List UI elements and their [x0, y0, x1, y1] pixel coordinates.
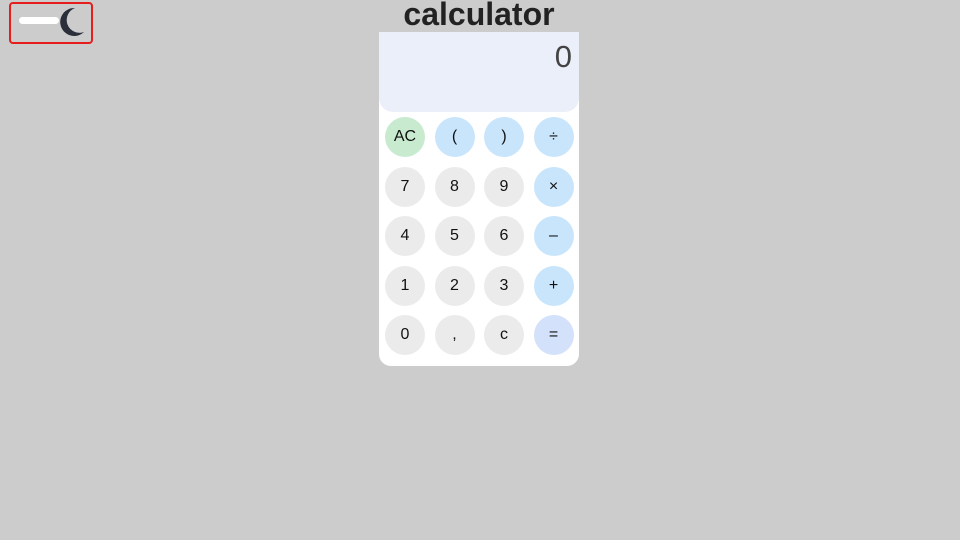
key-divide-button[interactable]: ÷ — [533, 117, 574, 157]
moon-icon — [60, 7, 84, 36]
display-value: 0 — [554, 39, 572, 74]
key-7-button[interactable]: 7 — [385, 166, 425, 207]
calculator: 0 AC() ÷ 7 8 9 × 4 5 6– 1 2 3 +0, c = — [379, 32, 579, 366]
key-add-button[interactable]: + — [533, 265, 574, 306]
key-ac-button[interactable]: AC — [385, 117, 425, 157]
key-5-button[interactable]: 5 — [434, 216, 475, 256]
page-title: calculator — [403, 0, 555, 32]
keypad: AC() ÷ 7 8 9 × 4 5 6– 1 2 3 +0, c = — [385, 117, 575, 355]
key-equals-button[interactable]: = — [533, 315, 574, 355]
key-subtract-button[interactable]: – — [533, 216, 574, 256]
key-decimal-button[interactable]: , — [434, 315, 475, 355]
key-1-button[interactable]: 1 — [385, 265, 425, 306]
key-open-paren-button[interactable]: ( — [434, 117, 475, 157]
key-2-button[interactable]: 2 — [434, 265, 475, 306]
theme-toggle[interactable] — [9, 2, 93, 44]
key-close-paren-button[interactable]: ) — [484, 117, 524, 157]
key-0-button[interactable]: 0 — [385, 315, 425, 355]
key-multiply-button[interactable]: × — [533, 166, 574, 207]
key-8-button[interactable]: 8 — [434, 166, 475, 207]
key-9-button[interactable]: 9 — [484, 166, 524, 207]
display-panel: 0 — [379, 32, 579, 112]
key-3-button[interactable]: 3 — [484, 265, 524, 306]
page: calculator 0 AC() ÷ 7 8 9 × 4 5 6– 1 2 3 +0, c = — [0, 0, 960, 540]
key-4-button[interactable]: 4 — [385, 216, 425, 256]
key-backspace-button[interactable]: c — [484, 315, 524, 355]
key-6-button[interactable]: 6 — [484, 216, 524, 256]
